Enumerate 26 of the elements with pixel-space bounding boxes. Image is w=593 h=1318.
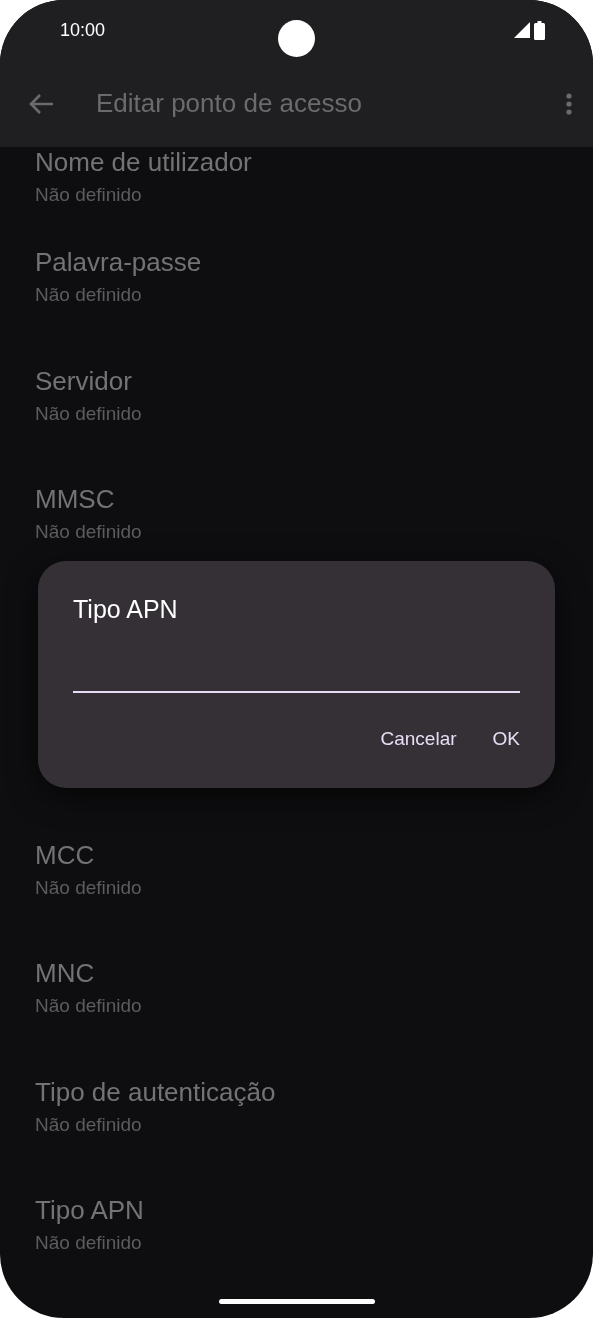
more-icon[interactable] bbox=[565, 91, 573, 116]
setting-title[interactable]: MMSC bbox=[35, 484, 115, 514]
setting-title[interactable]: Nome de utilizador bbox=[35, 147, 252, 177]
clock: 10:00 bbox=[60, 18, 106, 42]
back-icon[interactable] bbox=[28, 92, 54, 115]
setting-value: Não definido bbox=[35, 183, 142, 207]
setting-title[interactable]: MNC bbox=[35, 958, 95, 988]
setting-value: Não definido bbox=[35, 283, 142, 307]
setting-value: Não definido bbox=[35, 1112, 142, 1137]
dialog-title: Tipo APN bbox=[73, 594, 178, 625]
setting-value: Não definido bbox=[35, 520, 142, 544]
dialog-button[interactable]: OK bbox=[478, 719, 534, 760]
setting-title[interactable]: Tipo de autenticação bbox=[35, 1076, 276, 1107]
setting-title[interactable]: Palavra-passe bbox=[35, 247, 202, 277]
battery-icon bbox=[534, 20, 545, 40]
setting-value: Não definido bbox=[35, 994, 142, 1018]
setting-title[interactable]: Servidor bbox=[35, 365, 132, 396]
screen-title: Editar ponto de acesso bbox=[96, 87, 363, 120]
setting-title[interactable]: Tipo APN bbox=[35, 1195, 144, 1225]
setting-value: Não definido bbox=[35, 401, 142, 426]
setting-value: Não definido bbox=[35, 875, 142, 900]
dialog-button[interactable]: Cancelar bbox=[366, 719, 471, 760]
camera-cutout bbox=[278, 20, 315, 57]
signal-icon bbox=[514, 22, 530, 38]
setting-value: Não definido bbox=[35, 1231, 142, 1255]
setting-title[interactable]: MCC bbox=[35, 839, 95, 870]
